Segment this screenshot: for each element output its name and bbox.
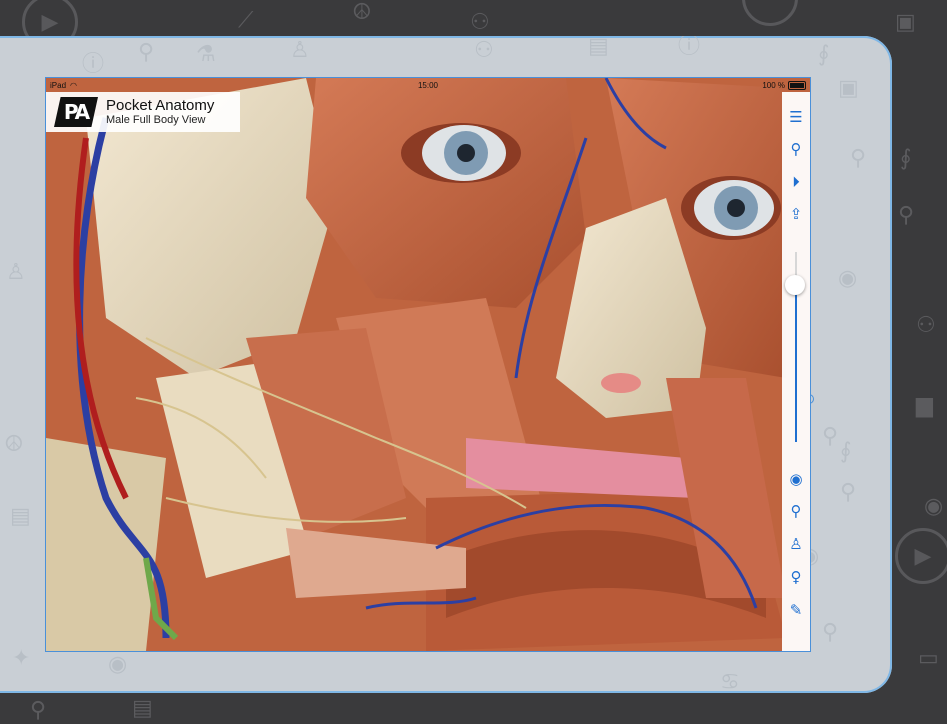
film-icon: ▤ xyxy=(132,696,153,721)
group-icon: ⚇ xyxy=(474,38,494,63)
zoom-slider-fill xyxy=(795,286,797,442)
zoom-slider-knob[interactable] xyxy=(785,275,805,295)
vitruvian-icon: ☮ xyxy=(4,432,24,457)
stethoscope-icon: ∮ xyxy=(840,439,852,464)
lungs-icon: ♋ xyxy=(720,670,740,694)
pin-icon[interactable]: ⚲ xyxy=(782,500,810,522)
info-icon: ⓘ xyxy=(678,36,701,59)
person-icon: ♙ xyxy=(290,38,310,63)
pin-icon: ⚲ xyxy=(822,620,839,645)
stethoscope-icon: ∮ xyxy=(818,42,830,67)
female-icon[interactable]: ♀ xyxy=(782,566,810,588)
status-bar: iPad ◠ 15:00 100 % xyxy=(46,78,810,92)
circle-icon xyxy=(742,0,798,26)
monitor-icon: ▭ xyxy=(918,646,939,671)
menu-icon[interactable]: ☰ xyxy=(782,106,810,128)
right-toolbar: ☰ ⚲ ⏵ ⇪ ◉ ⚲ ♙ ♀ ✎ xyxy=(782,92,810,651)
magnifier-icon: ⚲ xyxy=(840,480,857,505)
eye-icon: ◉ xyxy=(838,266,858,291)
stethoscope-icon: ∮ xyxy=(900,146,912,171)
battery-percent: 100 % xyxy=(762,80,785,90)
eye-icon: ◉ xyxy=(924,494,944,519)
play-icon[interactable]: ⏵ xyxy=(782,171,810,193)
share-icon[interactable]: ⇪ xyxy=(782,203,810,225)
magnifier-icon: ⚲ xyxy=(30,698,47,723)
pin-icon: ⚲ xyxy=(850,146,867,171)
person-icon: ♙ xyxy=(6,260,26,285)
group-icon: ⚇ xyxy=(916,313,936,338)
device-label: iPad xyxy=(50,80,67,90)
speech-icon: ▆ xyxy=(916,393,933,418)
app-subtitle: Male Full Body View xyxy=(106,114,206,127)
microscope-icon: ⚗ xyxy=(196,42,216,67)
anatomy-3d-view[interactable] xyxy=(46,78,810,651)
vitruvian-icon: ☮ xyxy=(352,0,372,25)
pencil-icon[interactable]: ✎ xyxy=(782,599,810,621)
play-icon: ▶ xyxy=(895,528,947,584)
magnifier-icon: ⚲ xyxy=(898,203,915,228)
magnifier-icon: ⚲ xyxy=(138,40,155,65)
status-time: 15:00 xyxy=(417,80,439,90)
app-logo: PA Pocket Anatomy Male Full Body View xyxy=(46,92,240,132)
bone-icon: ⟋ xyxy=(238,8,254,33)
logo-mark: PA xyxy=(54,97,98,127)
search-icon[interactable]: ⚲ xyxy=(782,138,810,160)
app-screen: iPad ◠ 15:00 100 % PA Pocket Anatomy Mal… xyxy=(45,77,811,652)
wifi-icon: ◠ xyxy=(70,80,77,90)
briefcase-icon: ▣ xyxy=(838,76,859,101)
app-title: Pocket Anatomy xyxy=(106,96,215,114)
tshirt-icon[interactable]: ♙ xyxy=(782,533,810,555)
briefcase-icon: ▣ xyxy=(895,10,916,35)
cross-icon: ✦ xyxy=(12,646,31,671)
film-icon: ▤ xyxy=(10,504,31,529)
info-icon: ⓘ xyxy=(82,52,105,77)
group-icon: ⚇ xyxy=(470,10,490,35)
eye-icon: ◉ xyxy=(108,652,128,677)
pin-icon: ⚲ xyxy=(822,424,839,449)
battery-icon xyxy=(788,80,806,90)
document-icon: ▤ xyxy=(588,36,609,59)
eye-icon[interactable]: ◉ xyxy=(782,468,810,490)
